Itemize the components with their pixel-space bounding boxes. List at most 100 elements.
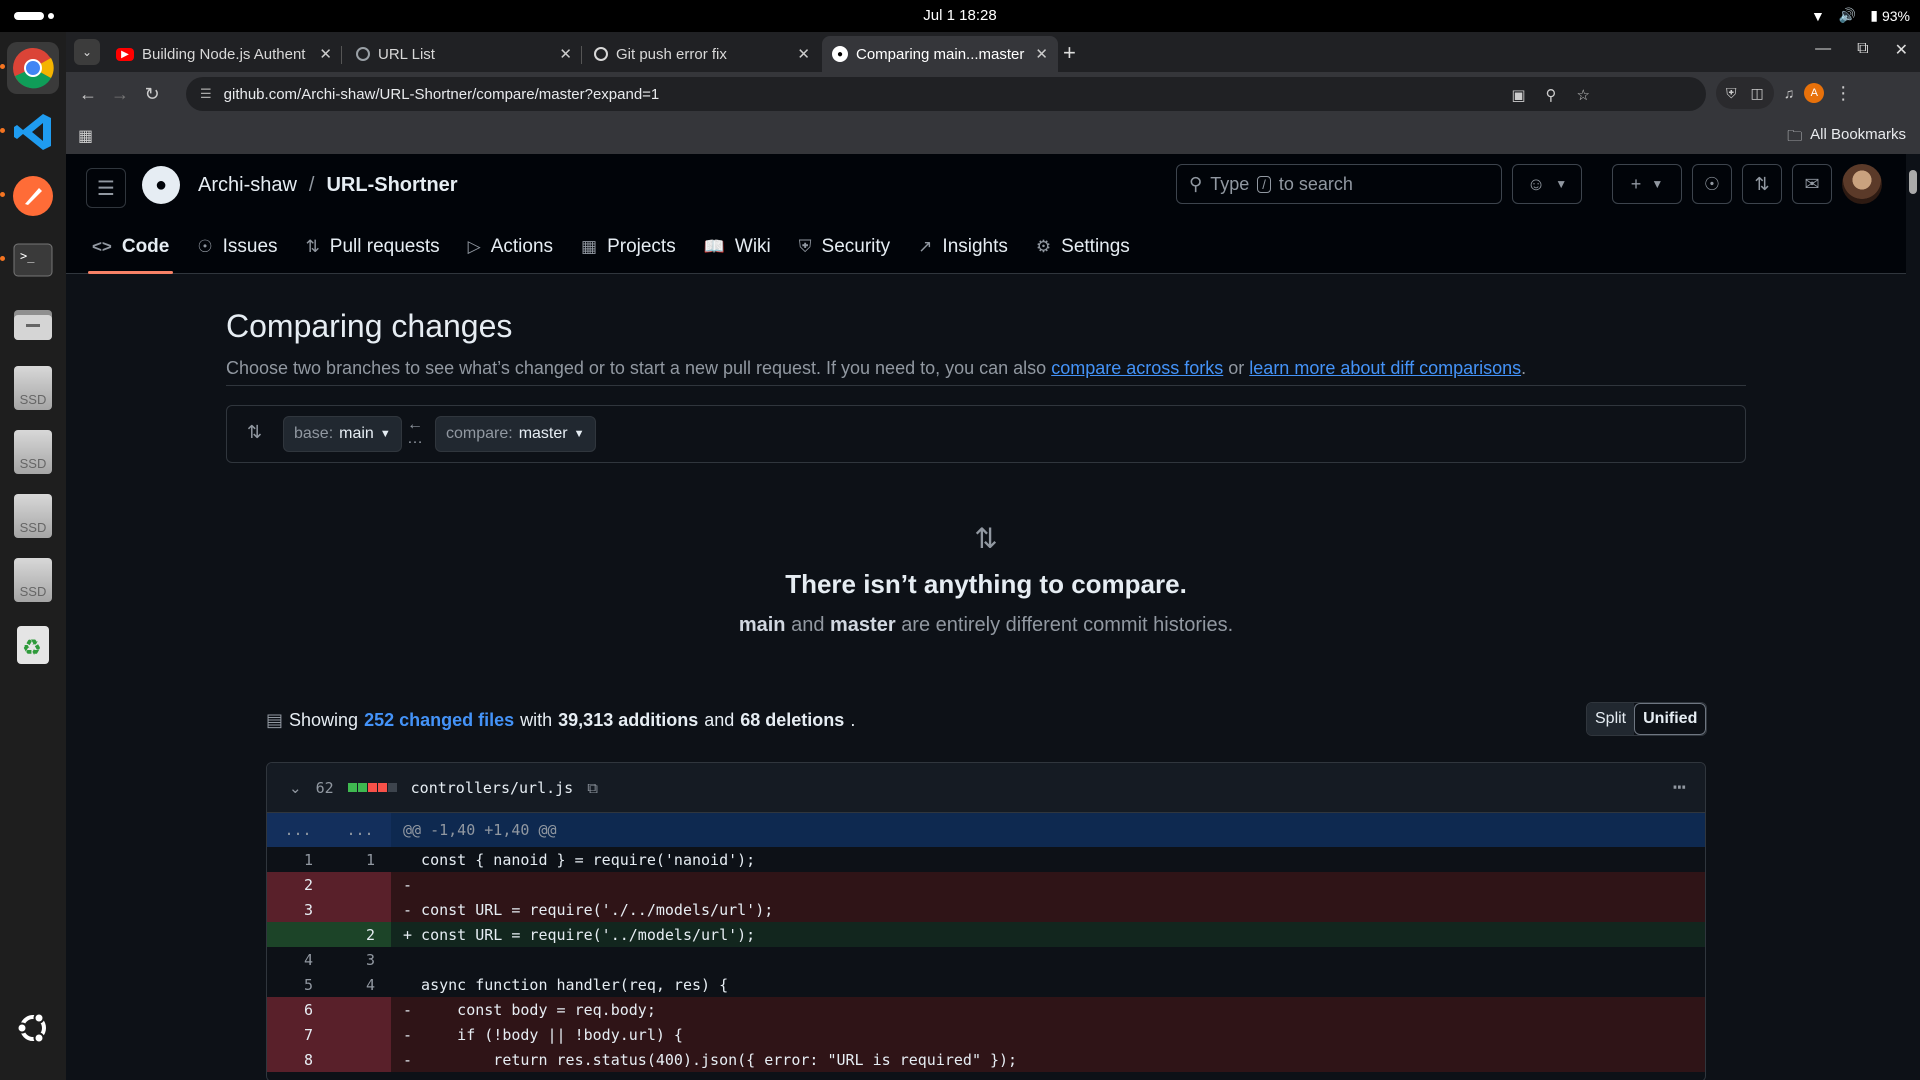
puzzle-icon[interactable]: ◫ (1751, 85, 1764, 102)
kebab-menu-icon[interactable]: ⋮ (1834, 83, 1852, 104)
install-icon[interactable]: ▣ (1511, 86, 1525, 104)
apps-grid-icon[interactable]: ▦ (78, 126, 93, 146)
new-line-number[interactable] (329, 1022, 391, 1047)
user-avatar[interactable] (1842, 164, 1882, 204)
new-line-number[interactable]: 1 (329, 847, 391, 872)
expand-up-button[interactable]: ... (267, 813, 329, 847)
arrow-left-icon: ←… (407, 416, 423, 447)
new-line-number[interactable]: 4 (329, 972, 391, 997)
copilot-button[interactable]: ☺ ▼ (1512, 164, 1582, 204)
old-line-number[interactable]: 4 (267, 947, 329, 972)
dock-trash[interactable]: ♻ (7, 618, 59, 670)
new-line-number[interactable] (329, 897, 391, 922)
browser-tab[interactable]: URL List ✕ (346, 36, 582, 72)
old-line-number[interactable]: 2 (267, 872, 329, 897)
dock-chrome[interactable] (0, 42, 59, 94)
unified-button[interactable]: Unified (1634, 703, 1707, 735)
close-icon[interactable]: ✕ (559, 45, 572, 63)
tab-security[interactable]: ⛨ Security (787, 220, 902, 274)
compare-across-forks-link[interactable]: compare across forks (1051, 358, 1223, 378)
page-scrollbar[interactable] (1906, 154, 1920, 1080)
old-line-number[interactable] (267, 922, 329, 947)
browser-tab-active[interactable]: ● Comparing main...master ✕ (822, 36, 1058, 72)
tab-title: Comparing main...master (856, 45, 1025, 63)
new-line-number[interactable] (329, 872, 391, 897)
dock-drive-2[interactable]: SSD (7, 426, 59, 478)
close-icon[interactable]: ✕ (319, 45, 332, 63)
all-bookmarks-button[interactable]: 🗀 All Bookmarks (1787, 126, 1906, 151)
issues-button[interactable]: ☉ (1692, 164, 1732, 204)
file-path[interactable]: controllers/url.js (411, 779, 574, 797)
dock-vscode[interactable] (0, 106, 59, 158)
old-line-number[interactable]: 6 (267, 997, 329, 1022)
github-logo-icon[interactable]: ● (142, 166, 180, 204)
browser-tab[interactable]: Git push error fix ✕ (584, 36, 820, 72)
changed-files-link[interactable]: 252 changed files (364, 710, 514, 731)
zoom-icon[interactable]: ⚲ (1546, 86, 1557, 104)
page-title: Comparing changes (226, 308, 513, 344)
tab-projects[interactable]: ▦ Projects (569, 220, 688, 274)
dock-drive-3[interactable]: SSD (7, 490, 59, 542)
new-line-number[interactable] (329, 997, 391, 1022)
show-apps-button[interactable] (7, 1002, 59, 1054)
code-line: - if (!body || !body.url) { (391, 1022, 1705, 1047)
system-clock[interactable]: Jul 1 18:28 (0, 7, 1920, 24)
restore-icon[interactable]: ⧉ (1857, 40, 1868, 60)
close-icon[interactable]: ✕ (1035, 45, 1048, 63)
tab-code[interactable]: <> Code (80, 220, 181, 274)
back-button[interactable]: ← (72, 84, 104, 105)
dock-files[interactable] (7, 298, 59, 350)
chevron-down-icon[interactable]: ⌄ (289, 779, 302, 797)
browser-tab[interactable]: ▶ Building Node.js Authent ✕ (106, 36, 342, 72)
base-branch-select[interactable]: base: main ▼ (283, 416, 402, 452)
system-tray[interactable]: ▼ 🔊 ▮ 93% (1811, 7, 1910, 24)
new-line-number[interactable] (329, 1047, 391, 1072)
inbox-button[interactable]: ✉ (1792, 164, 1832, 204)
tab-search-button[interactable]: ⌄ (74, 39, 100, 65)
hamburger-menu-icon[interactable]: ☰ (86, 168, 126, 208)
search-input[interactable]: ⚲ Type / to search (1176, 164, 1502, 204)
new-tab-button[interactable]: + (1063, 40, 1076, 66)
new-line-number[interactable]: 3 (329, 947, 391, 972)
repo-link[interactable]: URL-Shortner (326, 174, 457, 197)
old-line-number[interactable]: 8 (267, 1047, 329, 1072)
copy-icon[interactable]: ⧉ (587, 779, 598, 797)
split-button[interactable]: Split (1587, 703, 1635, 735)
expand-down-button[interactable]: ... (329, 813, 391, 847)
compare-arrows-icon: ⇅ (247, 422, 263, 442)
old-line-number[interactable]: 1 (267, 847, 329, 872)
dock-postman[interactable] (0, 170, 59, 222)
hunk-header: @@ -1,40 +1,40 @@ (391, 813, 1705, 847)
reload-button[interactable]: ↻ (136, 84, 168, 105)
owner-link[interactable]: Archi-shaw (198, 174, 297, 197)
dock-drive-1[interactable]: SSD (7, 362, 59, 414)
profile-avatar[interactable]: A (1804, 83, 1825, 103)
close-window-icon[interactable]: ✕ (1895, 40, 1908, 60)
forward-button[interactable]: → (104, 84, 136, 105)
dock-drive-4[interactable]: SSD (7, 554, 59, 606)
address-bar[interactable]: ☰ github.com/Archi-shaw/URL-Shortner/com… (186, 77, 1706, 111)
star-icon[interactable]: ☆ (1577, 86, 1590, 104)
dock-terminal[interactable]: >_ (0, 234, 59, 286)
file-options-icon[interactable]: ⋯ (1673, 775, 1687, 800)
learn-more-link[interactable]: learn more about diff comparisons (1249, 358, 1521, 378)
media-icon[interactable]: ♫ (1784, 85, 1795, 101)
old-line-number[interactable]: 7 (267, 1022, 329, 1047)
tab-actions[interactable]: ▷ Actions (456, 220, 565, 274)
compare-branch-select[interactable]: compare: master ▼ (435, 416, 596, 452)
tab-issues[interactable]: ☉ Issues (185, 220, 289, 274)
old-line-number[interactable]: 5 (267, 972, 329, 997)
caret-down-icon: ▼ (573, 428, 585, 440)
create-new-button[interactable]: + ▼ (1612, 164, 1682, 204)
new-line-number[interactable]: 2 (329, 922, 391, 947)
tab-wiki[interactable]: 📖 Wiki (692, 220, 783, 274)
minimize-icon[interactable]: — (1815, 40, 1831, 60)
tab-settings[interactable]: ⚙ Settings (1024, 220, 1142, 274)
close-icon[interactable]: ✕ (797, 45, 810, 63)
site-info-icon[interactable]: ☰ (200, 86, 212, 102)
pull-requests-button[interactable]: ⇅ (1742, 164, 1782, 204)
old-line-number[interactable]: 3 (267, 897, 329, 922)
shield-extension-icon[interactable]: ⛨ (1726, 85, 1737, 102)
tab-pull-requests[interactable]: ⇅ Pull requests (294, 220, 452, 274)
tab-insights[interactable]: ↗ Insights (906, 220, 1020, 274)
